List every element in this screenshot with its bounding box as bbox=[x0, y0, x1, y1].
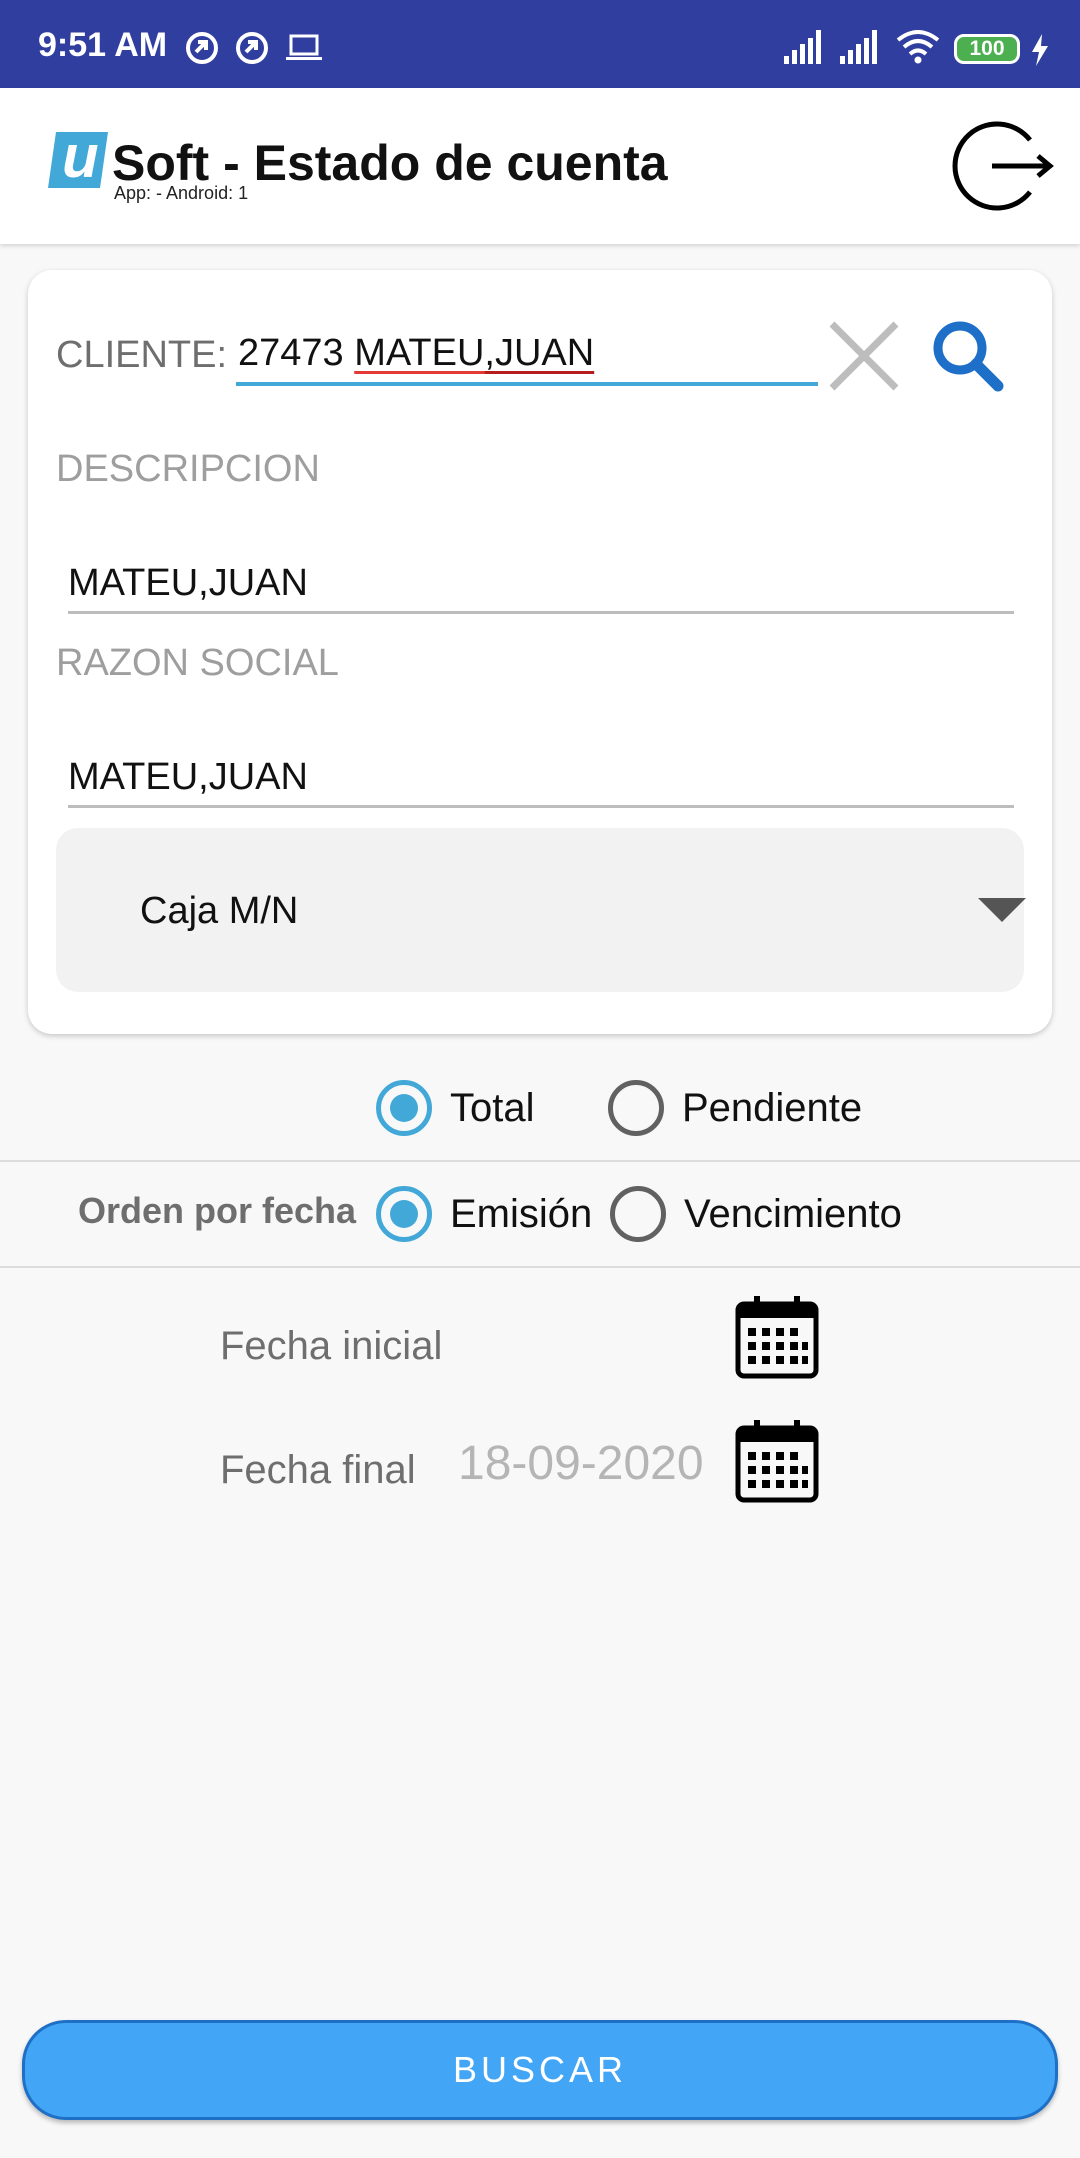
fecha-inicial-label: Fecha inicial bbox=[220, 1324, 443, 1368]
radio-total[interactable] bbox=[376, 1080, 432, 1136]
sync-icon-2 bbox=[236, 32, 268, 64]
caja-selected: Caja M/N bbox=[140, 890, 299, 932]
radio-emision[interactable] bbox=[376, 1186, 432, 1242]
divider bbox=[0, 1160, 1080, 1162]
app-bar: u Soft - Estado de cuenta App: - Android… bbox=[0, 88, 1080, 244]
status-bar: 9:51 AM 100 bbox=[0, 0, 1080, 88]
cliente-number: 27473 bbox=[238, 332, 344, 374]
radio-vencimiento-label: Vencimiento bbox=[684, 1191, 902, 1236]
radio-pendiente-label: Pendiente bbox=[682, 1085, 863, 1130]
clear-icon[interactable] bbox=[824, 316, 904, 396]
razon-social-value: MATEU,JUAN bbox=[68, 756, 308, 798]
radio-pendiente[interactable] bbox=[608, 1080, 664, 1136]
radio-emision-label: Emisión bbox=[450, 1191, 593, 1236]
orden-option-vencimiento[interactable]: Vencimiento bbox=[610, 1186, 902, 1242]
descripcion-value: MATEU,JUAN bbox=[68, 562, 308, 604]
orden-label: Orden por fecha bbox=[78, 1190, 357, 1231]
sync-icon bbox=[186, 32, 218, 64]
calendar-icon[interactable] bbox=[734, 1294, 820, 1380]
tipo-option-pendiente[interactable]: Pendiente bbox=[608, 1080, 862, 1136]
wifi-icon bbox=[896, 30, 940, 64]
razon-social-label: RAZON SOCIAL bbox=[56, 642, 339, 684]
tipo-option-total[interactable]: Total bbox=[376, 1080, 535, 1136]
search-icon[interactable] bbox=[928, 316, 1008, 396]
caja-dropdown[interactable]: Caja M/N bbox=[56, 828, 1026, 992]
radio-vencimiento[interactable] bbox=[610, 1186, 666, 1242]
fecha-final-value[interactable]: 18-09-2020 bbox=[458, 1436, 704, 1491]
buscar-button[interactable]: BUSCAR bbox=[22, 2020, 1058, 2120]
cliente-name-part2: JUAN bbox=[494, 332, 595, 374]
razon-social-field[interactable]: MATEU,JUAN bbox=[68, 746, 1014, 808]
orden-option-emision[interactable]: Emisión bbox=[376, 1186, 592, 1242]
fecha-final-label: Fecha final bbox=[220, 1448, 416, 1492]
client-card: CLIENTE: 27473 MATEU,JUAN DESCRIPCION MA… bbox=[28, 270, 1052, 1034]
battery-level: 100 bbox=[969, 37, 1005, 60]
cliente-value: 27473 MATEU,JUAN bbox=[238, 332, 595, 374]
calendar-icon-2[interactable] bbox=[734, 1418, 820, 1504]
signal-icon-2 bbox=[840, 30, 877, 64]
status-time: 9:51 AM bbox=[38, 26, 168, 64]
cliente-label: CLIENTE: bbox=[56, 334, 228, 376]
radio-total-label: Total bbox=[450, 1085, 535, 1130]
app-logo: u bbox=[46, 123, 110, 192]
signal-icon bbox=[784, 30, 821, 64]
cliente-input[interactable]: 27473 MATEU,JUAN bbox=[236, 322, 818, 386]
divider-2 bbox=[0, 1266, 1080, 1268]
logo-letter: u bbox=[62, 123, 99, 190]
app-version-subtitle: App: - Android: 1 bbox=[114, 183, 249, 203]
descripcion-field[interactable]: MATEU,JUAN bbox=[68, 552, 1014, 614]
descripcion-label: DESCRIPCION bbox=[56, 448, 320, 490]
laptop-icon bbox=[286, 34, 322, 60]
logout-icon[interactable] bbox=[950, 118, 1056, 214]
charging-icon bbox=[1032, 34, 1048, 66]
dropdown-arrow-icon bbox=[978, 898, 1026, 922]
cliente-name-part1: MATEU bbox=[354, 332, 485, 374]
battery-icon: 100 bbox=[954, 34, 1020, 64]
buscar-label: BUSCAR bbox=[452, 2049, 628, 2090]
